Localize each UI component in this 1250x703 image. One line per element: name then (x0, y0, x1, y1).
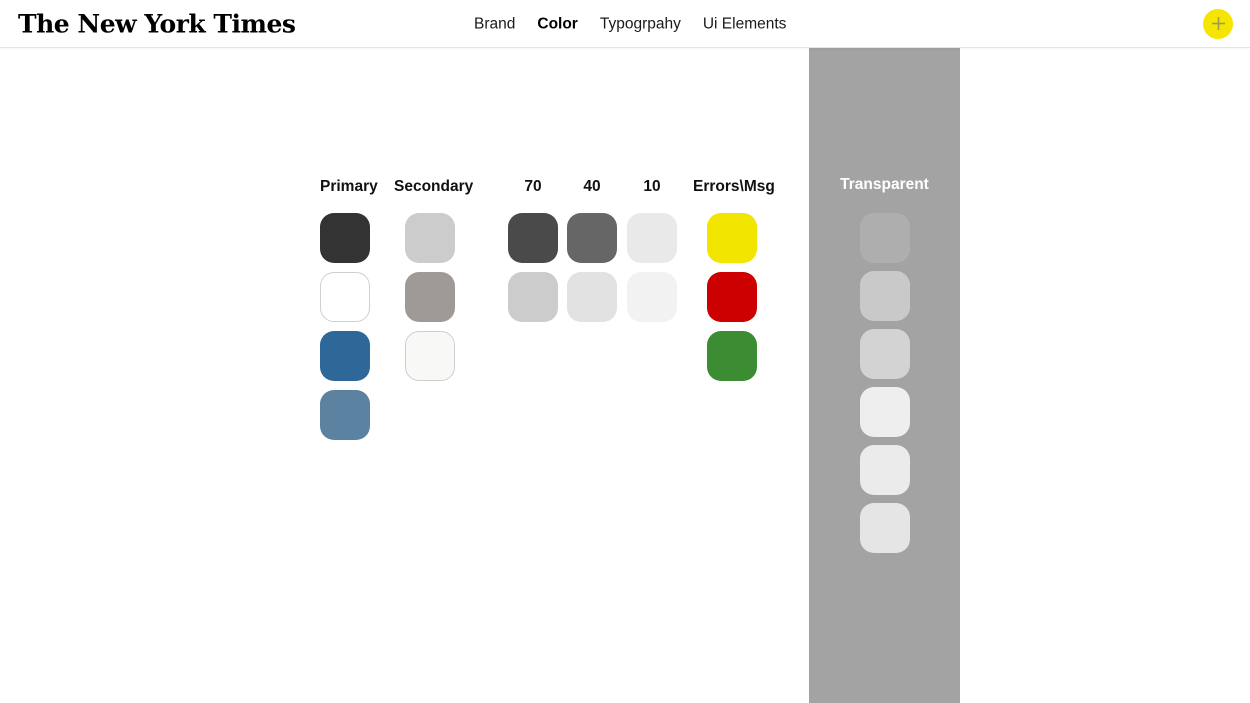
color-swatch[interactable] (320, 213, 370, 263)
color-swatch[interactable] (405, 272, 455, 322)
swatch-list (567, 213, 617, 322)
swatch-list (320, 213, 370, 440)
color-swatch[interactable] (707, 331, 757, 381)
transparent-panel: Transparent (809, 48, 960, 703)
color-swatch[interactable] (508, 272, 558, 322)
top-navigation-bar: The New York Times Brand Color Typogrpahy U… (0, 0, 1250, 48)
main-nav: Brand Color Typogrpahy Ui Elements (474, 16, 786, 32)
transparent-color-swatch[interactable] (859, 329, 910, 379)
plus-icon (1211, 17, 1225, 30)
color-swatch[interactable] (405, 331, 455, 381)
transparent-color-swatch[interactable] (859, 503, 910, 553)
color-swatch[interactable] (567, 213, 617, 263)
color-swatch[interactable] (707, 272, 757, 322)
column-header-10: 10 (643, 178, 661, 195)
color-swatch[interactable] (627, 272, 677, 322)
swatch-list (405, 213, 455, 381)
nyt-logo: The New York Times (18, 9, 296, 38)
transparent-color-swatch[interactable] (859, 213, 910, 263)
swatch-list (627, 213, 677, 322)
swatch-list (707, 213, 757, 381)
color-swatch[interactable] (320, 331, 370, 381)
transparent-color-swatch[interactable] (859, 387, 910, 437)
transparent-color-swatch[interactable] (859, 445, 910, 495)
color-swatch[interactable] (320, 390, 370, 440)
color-swatch[interactable] (405, 213, 455, 263)
column-header-primary: Primary (320, 178, 378, 195)
transparent-swatch-list (859, 213, 910, 553)
color-palette-page: The New York Times Brand Color Typogrpahy U… (0, 0, 1250, 703)
add-button[interactable] (1203, 8, 1233, 39)
palette-column-40: 40 (567, 176, 617, 322)
palette-column-10: 10 (627, 176, 677, 322)
color-swatch[interactable] (320, 272, 370, 322)
palette-column-secondary: Secondary (394, 176, 474, 381)
color-swatch[interactable] (707, 213, 757, 263)
color-swatch[interactable] (508, 213, 558, 263)
nav-item-color[interactable]: Color (537, 16, 577, 32)
transparent-title: Transparent (840, 176, 929, 193)
nav-item-brand[interactable]: Brand (474, 16, 515, 32)
palette-column-primary: Primary (320, 176, 378, 440)
column-header-errors-msg: Errors\Msg (693, 178, 775, 195)
swatch-list (508, 213, 558, 322)
palette-column-70: 70 (508, 176, 558, 322)
nav-item-typogrpahy[interactable]: Typogrpahy (600, 16, 681, 32)
palette-column-errors-msg: Errors\Msg (693, 176, 775, 381)
column-header-70: 70 (524, 178, 542, 195)
nav-item-ui-elements[interactable]: Ui Elements (703, 16, 787, 32)
color-swatch[interactable] (567, 272, 617, 322)
transparent-color-swatch[interactable] (859, 271, 910, 321)
palette-grid: Primary Secondary 70 40 10 Errors\Msg (0, 48, 809, 703)
column-header-40: 40 (583, 178, 601, 195)
color-swatch[interactable] (627, 213, 677, 263)
column-header-secondary: Secondary (394, 178, 474, 195)
